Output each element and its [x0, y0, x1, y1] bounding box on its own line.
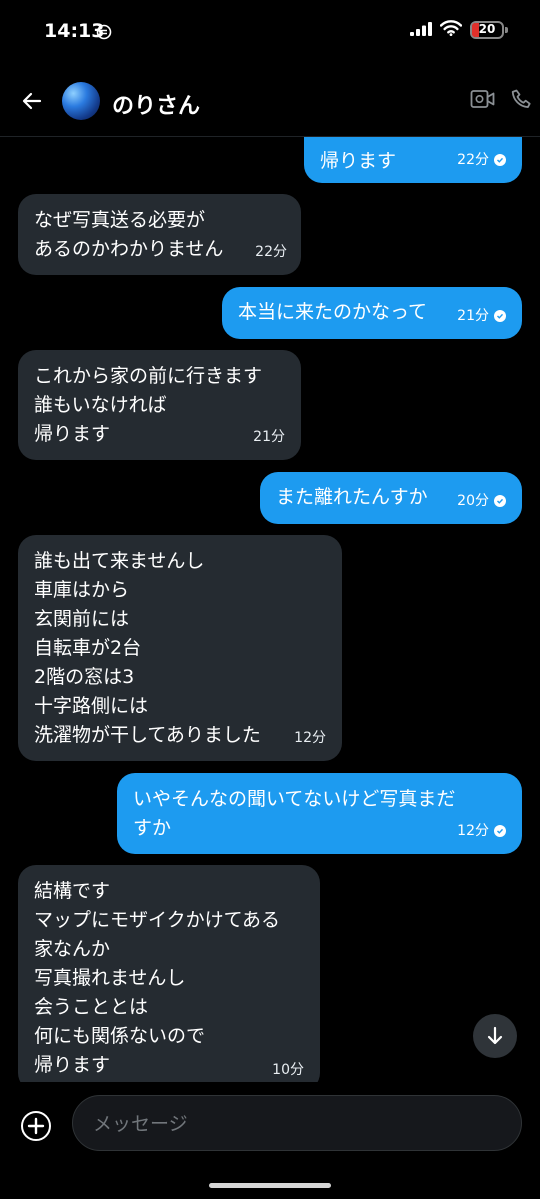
signal-icon — [410, 21, 432, 40]
battery-icon: 20 — [470, 21, 508, 39]
message-time: 21分 — [457, 308, 489, 324]
message-composer — [0, 1090, 540, 1162]
message-text: 帰ります — [320, 150, 397, 172]
message-bubble-incoming[interactable]: なぜ写真送る必要が あるのかわかりません 22分 — [18, 194, 301, 275]
message-meta: 12分 — [294, 729, 326, 747]
message-bubble-incoming[interactable]: これから家の前に行きます 誰もいなければ 帰ります 21分 — [18, 350, 301, 460]
contact-name[interactable]: のりさん — [112, 88, 200, 120]
message-time: 22分 — [255, 244, 287, 260]
message-time: 10分 — [272, 1062, 304, 1078]
scroll-to-bottom-button[interactable] — [473, 1014, 517, 1058]
message-text: 誰も出て来ませんし 車庫はから 玄関前には 自転車が2台 2階の窓は3 十字路側… — [34, 550, 261, 746]
message-meta: 10分 — [272, 1061, 304, 1079]
home-indicator — [209, 1183, 331, 1188]
message-time: 12分 — [294, 730, 326, 746]
message-meta: 12分 — [457, 822, 506, 840]
message-meta: 20分 — [457, 492, 506, 510]
status-indicators: 20 — [410, 20, 508, 40]
plus-circle-icon — [21, 1111, 51, 1141]
read-check-icon — [494, 310, 506, 322]
message-list[interactable]: 帰ります 22分 なぜ写真送る必要が あるのかわかりません 22分 本当に来たの… — [0, 137, 540, 1082]
sync-icon — [96, 24, 112, 44]
message-bubble-incoming[interactable]: 誰も出て来ませんし 車庫はから 玄関前には 自転車が2台 2階の窓は3 十字路側… — [18, 535, 342, 761]
video-call-button[interactable] — [470, 88, 496, 114]
message-time: 21分 — [253, 429, 285, 445]
phone-icon — [511, 89, 531, 108]
message-meta: 21分 — [457, 307, 506, 325]
message-bubble-outgoing[interactable]: また離れたんすか 20分 — [260, 472, 522, 524]
arrow-left-icon — [22, 92, 42, 110]
message-text: いやそんなの聞いてないけど写真まだ すか — [133, 788, 456, 839]
message-time: 20分 — [457, 493, 489, 509]
message-text: 本当に来たのかなって — [238, 301, 428, 323]
read-check-icon — [494, 825, 506, 837]
message-bubble-outgoing[interactable]: 本当に来たのかなって 21分 — [222, 287, 522, 339]
wifi-icon — [439, 20, 463, 40]
message-text: なぜ写真送る必要が あるのかわかりません — [34, 209, 224, 260]
read-check-icon — [494, 154, 506, 166]
message-bubble-incoming[interactable]: 結構です マップにモザイクかけてある 家なんか 写真撮れませんし 会うこととは … — [18, 865, 320, 1082]
read-check-icon — [494, 495, 506, 507]
add-attachment-button[interactable] — [20, 1110, 52, 1142]
message-bubble-outgoing[interactable]: いやそんなの聞いてないけど写真まだ すか 12分 — [117, 773, 522, 854]
message-text: 結構です マップにモザイクかけてある 家なんか 写真撮れませんし 会うこととは … — [34, 880, 281, 1076]
message-input-box[interactable] — [72, 1095, 522, 1152]
message-time: 22分 — [457, 152, 489, 168]
message-input[interactable] — [91, 1096, 495, 1152]
message-bubble-outgoing[interactable]: 帰ります 22分 — [304, 137, 522, 183]
voice-call-button[interactable] — [510, 87, 534, 115]
back-button[interactable] — [18, 86, 48, 116]
avatar[interactable] — [62, 82, 100, 120]
message-meta: 22分 — [255, 243, 287, 261]
conversation-header: のりさん — [0, 66, 540, 137]
battery-level: 20 — [478, 22, 496, 36]
status-bar: 14:13 20 — [0, 0, 540, 66]
message-meta: 21分 — [253, 428, 285, 446]
message-text: また離れたんすか — [276, 486, 428, 508]
arrow-down-icon — [487, 1026, 503, 1045]
message-time: 12分 — [457, 823, 489, 839]
message-text: これから家の前に行きます 誰もいなければ 帰ります — [34, 365, 263, 445]
video-camera-icon — [470, 90, 495, 108]
message-meta: 22分 — [457, 151, 506, 169]
